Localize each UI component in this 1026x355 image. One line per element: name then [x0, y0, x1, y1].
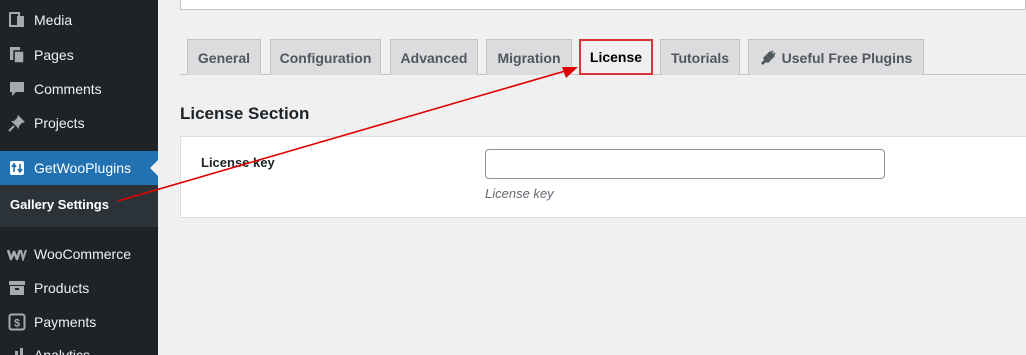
tab-label: License	[589, 49, 643, 65]
license-form-card: License key License key	[180, 136, 1026, 218]
sidebar-item-label: WooCommerce	[34, 246, 131, 262]
sidebar-item-projects[interactable]: Projects	[0, 106, 158, 140]
tab-license[interactable]: License	[579, 39, 653, 75]
media-icon	[7, 10, 27, 30]
sidebar-item-label: Products	[34, 280, 90, 296]
payments-icon: $	[7, 312, 27, 332]
sidebar-item-label: Comments	[34, 81, 102, 97]
license-key-input[interactable]	[485, 149, 885, 179]
tab-migration[interactable]: Migration	[486, 39, 572, 75]
woocommerce-icon	[7, 244, 27, 264]
plug-icon	[760, 49, 776, 66]
sidebar-item-label: Payments	[34, 314, 97, 330]
pages-icon	[7, 45, 27, 65]
previous-panel	[180, 0, 1026, 10]
svg-text:$: $	[14, 318, 20, 330]
tab-advanced[interactable]: Advanced	[390, 39, 478, 75]
sidebar-item-getwooplugins[interactable]: GetWooPlugins	[0, 151, 158, 185]
active-menu-pointer	[150, 160, 158, 176]
section-title: License Section	[180, 104, 310, 123]
sidebar-item-payments[interactable]: $ Payments	[0, 305, 158, 339]
license-key-label: License key	[201, 155, 275, 170]
tab-label: Tutorials	[670, 49, 730, 66]
tab-configuration[interactable]: Configuration	[270, 39, 381, 75]
submenu: Gallery Settings	[0, 185, 158, 227]
license-key-description: License key	[485, 186, 554, 201]
sidebar-item-label: Pages	[34, 47, 74, 63]
comments-icon	[7, 79, 27, 99]
getwooplugins-icon	[7, 158, 27, 178]
sidebar-item-label: Projects	[34, 115, 85, 131]
tab-label: Advanced	[400, 49, 468, 66]
tab-useful-free-plugins[interactable]: Useful Free Plugins	[748, 39, 924, 75]
sidebar-item-pages[interactable]: Pages	[0, 38, 158, 72]
tab-label: Migration	[497, 49, 561, 66]
sidebar-item-products[interactable]: Products	[0, 271, 158, 305]
tab-label: General	[197, 49, 251, 66]
sidebar-item-label: Analytics	[34, 347, 91, 355]
sidebar-item-media[interactable]: Media	[0, 3, 158, 37]
pin-icon	[7, 113, 27, 133]
sidebar-item-label: GetWooPlugins	[34, 160, 132, 176]
tab-general[interactable]: General	[187, 39, 261, 75]
sidebar-item-analytics[interactable]: Analytics	[0, 338, 158, 355]
sidebar-item-label: Media	[34, 12, 73, 28]
sidebar-item-comments[interactable]: Comments	[0, 72, 158, 106]
submenu-item-gallery-settings[interactable]: Gallery Settings	[10, 197, 109, 212]
sidebar-item-woocommerce[interactable]: WooCommerce	[0, 237, 158, 271]
admin-sidebar: Media Pages Comments Projects GetWooPlug…	[0, 0, 158, 355]
products-icon	[7, 278, 27, 298]
tab-label: Configuration	[279, 49, 372, 66]
tab-label: Useful Free Plugins	[781, 49, 913, 66]
tab-tutorials[interactable]: Tutorials	[660, 39, 740, 75]
analytics-icon	[7, 345, 27, 355]
